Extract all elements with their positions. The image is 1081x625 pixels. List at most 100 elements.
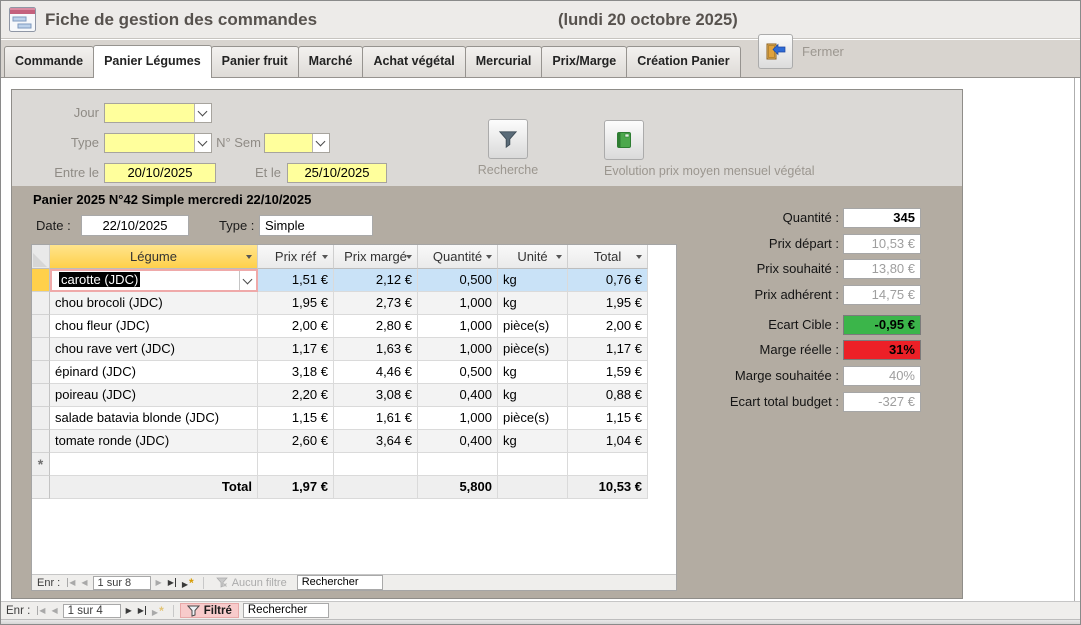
column-header-total[interactable]: Total — [568, 245, 648, 269]
cell-legume[interactable]: épinard (JDC) — [50, 361, 258, 384]
cell-total[interactable]: 1,15 € — [568, 407, 648, 430]
cell-prix-marge[interactable]: 2,12 € — [334, 269, 418, 292]
cell-prix-marge[interactable]: 1,61 € — [334, 407, 418, 430]
cell-prix-marge[interactable]: 3,64 € — [334, 430, 418, 453]
filter-dropdown-icon[interactable] — [246, 255, 252, 259]
cell-prix-marge[interactable]: 2,80 € — [334, 315, 418, 338]
cell-total[interactable]: 1,95 € — [568, 292, 648, 315]
column-header-quantite[interactable]: Quantité — [418, 245, 498, 269]
first-record-button[interactable]: ◀ — [37, 606, 45, 615]
jour-combo[interactable] — [104, 103, 212, 123]
record-selector[interactable] — [32, 361, 50, 384]
cell-legume[interactable]: poireau (JDC) — [50, 384, 258, 407]
cell-quantite[interactable]: 1,000 — [418, 315, 498, 338]
cell-prix-marge-empty[interactable] — [334, 453, 418, 476]
select-all-corner[interactable] — [32, 245, 50, 269]
cell-total-empty[interactable] — [568, 453, 648, 476]
cell-unite[interactable]: kg — [498, 384, 568, 407]
cell-prix-marge[interactable]: 3,08 € — [334, 384, 418, 407]
record-selector[interactable] — [32, 384, 50, 407]
cell-total[interactable]: 2,00 € — [568, 315, 648, 338]
record-position-box[interactable]: 1 sur 8 — [93, 576, 151, 590]
cell-quantite[interactable]: 1,000 — [418, 407, 498, 430]
tab-commande[interactable]: Commande — [4, 46, 94, 77]
form-search-input[interactable]: Rechercher — [243, 603, 329, 618]
cell-total[interactable]: 0,76 € — [568, 269, 648, 292]
filter-dropdown-icon[interactable] — [322, 255, 328, 259]
evolution-button[interactable] — [604, 120, 644, 160]
recherche-button[interactable] — [488, 119, 528, 159]
semaine-combo-dropdown[interactable] — [312, 134, 329, 152]
tab-panier-legumes[interactable]: Panier Légumes — [93, 45, 212, 78]
record-selector[interactable] — [32, 292, 50, 315]
cell-prix-ref[interactable]: 1,51 € — [258, 269, 334, 292]
new-record-button[interactable]: ▶* — [182, 576, 194, 590]
cell-unite[interactable]: pièce(s) — [498, 338, 568, 361]
cell-unite[interactable]: kg — [498, 430, 568, 453]
column-header-legume[interactable]: Légume — [50, 245, 258, 269]
last-record-button[interactable]: ▶ — [138, 606, 146, 615]
cell-quantite[interactable]: 0,400 — [418, 430, 498, 453]
cell-quantite[interactable]: 0,400 — [418, 384, 498, 407]
new-record-selector[interactable]: * — [32, 453, 50, 476]
cell-legume[interactable]: chou fleur (JDC) — [50, 315, 258, 338]
et-le-input[interactable]: 25/10/2025 — [287, 163, 387, 183]
cell-total[interactable]: 0,88 € — [568, 384, 648, 407]
column-header-prix-marge[interactable]: Prix margé — [334, 245, 418, 269]
tab-achat-vegetal[interactable]: Achat végétal — [362, 46, 465, 77]
cell-total[interactable]: 1,04 € — [568, 430, 648, 453]
cell-prix-marge[interactable]: 4,46 € — [334, 361, 418, 384]
column-header-unite[interactable]: Unité — [498, 245, 568, 269]
record-selector[interactable] — [32, 407, 50, 430]
cell-total[interactable]: 1,17 € — [568, 338, 648, 361]
previous-record-button[interactable]: ◀ — [51, 606, 57, 615]
cell-quantite[interactable]: 1,000 — [418, 292, 498, 315]
no-filter-indicator[interactable]: Aucun filtre — [210, 575, 293, 590]
cell-unite-empty[interactable] — [498, 453, 568, 476]
cell-legume[interactable]: chou brocoli (JDC) — [50, 292, 258, 315]
cell-unite[interactable]: kg — [498, 269, 568, 292]
subform-search-input[interactable]: Rechercher — [297, 575, 383, 590]
tab-prix-marge[interactable]: Prix/Marge — [541, 46, 627, 77]
first-record-button[interactable]: ◀ — [67, 578, 75, 587]
filtered-indicator[interactable]: Filtré — [180, 603, 239, 618]
cell-quantite[interactable]: 0,500 — [418, 269, 498, 292]
cell-prix-ref-empty[interactable] — [258, 453, 334, 476]
jour-combo-dropdown[interactable] — [194, 104, 211, 122]
quantite-field[interactable]: 345 — [843, 208, 921, 228]
cell-prix-ref[interactable]: 1,17 € — [258, 338, 334, 361]
cell-quantite-empty[interactable] — [418, 453, 498, 476]
entre-le-input[interactable]: 20/10/2025 — [104, 163, 216, 183]
record-selector[interactable] — [32, 269, 50, 292]
cell-prix-ref[interactable]: 1,95 € — [258, 292, 334, 315]
next-record-button[interactable]: ▶ — [156, 578, 162, 587]
close-form-button[interactable] — [758, 34, 793, 69]
cell-legume[interactable]: salade batavia blonde (JDC) — [50, 407, 258, 430]
tab-creation-panier[interactable]: Création Panier — [626, 46, 740, 77]
record-selector[interactable] — [32, 315, 50, 338]
cell-quantite[interactable]: 1,000 — [418, 338, 498, 361]
cell-prix-ref[interactable]: 2,60 € — [258, 430, 334, 453]
legume-combo-dropdown[interactable] — [239, 271, 256, 290]
date-input[interactable]: 22/10/2025 — [81, 215, 189, 236]
last-record-button[interactable]: ▶ — [168, 578, 176, 587]
next-record-button[interactable]: ▶ — [126, 606, 132, 615]
filter-dropdown-icon[interactable] — [636, 255, 642, 259]
record-position-box[interactable]: 1 sur 4 — [63, 604, 121, 618]
cell-legume-empty[interactable] — [50, 453, 258, 476]
type-combo[interactable] — [104, 133, 212, 153]
cell-prix-ref[interactable]: 3,18 € — [258, 361, 334, 384]
tab-mercurial[interactable]: Mercurial — [465, 46, 543, 77]
filter-dropdown-icon[interactable] — [406, 255, 412, 259]
type-input[interactable]: Simple — [259, 215, 373, 236]
cell-unite[interactable]: pièce(s) — [498, 315, 568, 338]
new-record-button[interactable]: ▶* — [152, 604, 164, 618]
filter-dropdown-icon[interactable] — [486, 255, 492, 259]
cell-prix-ref[interactable]: 2,20 € — [258, 384, 334, 407]
legume-combo-cell[interactable]: carotte (JDC) — [50, 269, 258, 292]
cell-unite[interactable]: kg — [498, 361, 568, 384]
cell-legume[interactable]: chou rave vert (JDC) — [50, 338, 258, 361]
semaine-combo[interactable] — [264, 133, 330, 153]
cell-legume[interactable]: tomate ronde (JDC) — [50, 430, 258, 453]
previous-record-button[interactable]: ◀ — [81, 578, 87, 587]
